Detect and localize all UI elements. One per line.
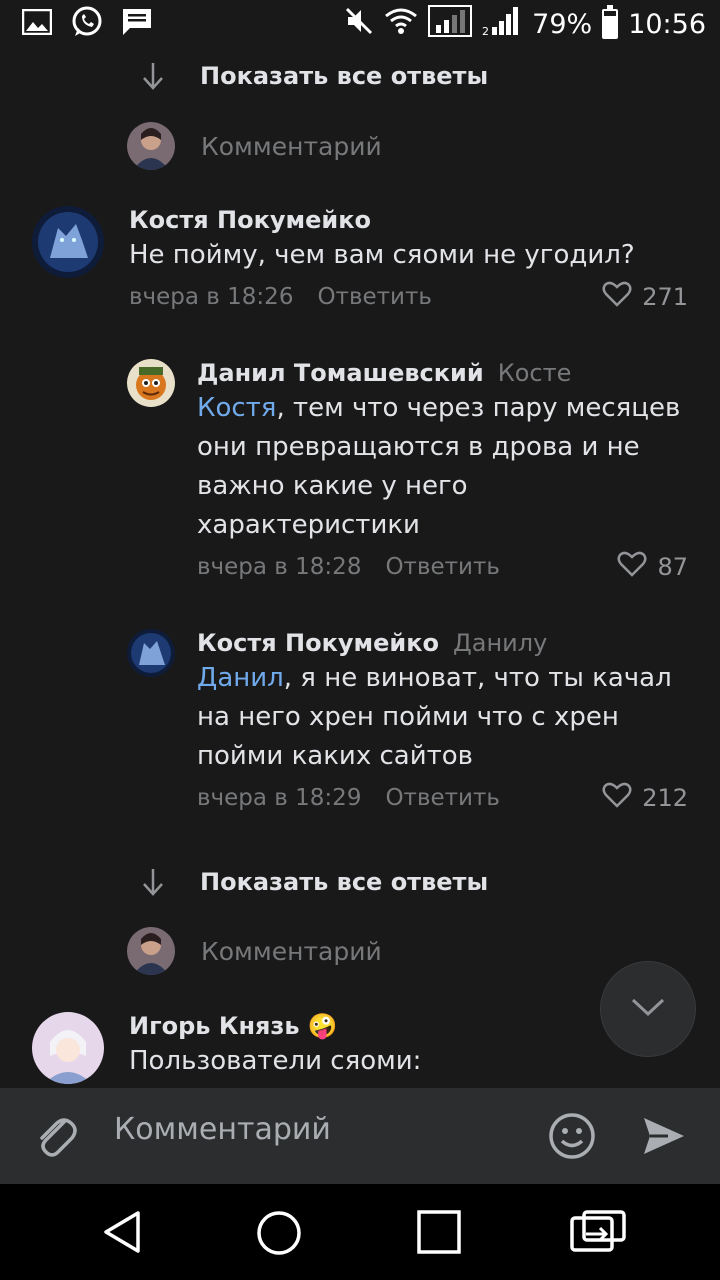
avatar-kostya[interactable] (32, 206, 104, 278)
avatar-kostya[interactable] (127, 629, 175, 677)
comments-feed[interactable]: Показать все ответы Комментарий Костя По… (0, 48, 720, 1088)
like-button[interactable]: 271 (602, 281, 688, 313)
mute-icon (344, 6, 374, 43)
reply-meta: вчера в 18:29 Ответить 212 (197, 782, 688, 814)
author-emoji: 🤪 (307, 1012, 338, 1040)
reply-text: Костя, тем что через пару месяцев они пр… (197, 389, 688, 545)
avatar-igor[interactable] (32, 1012, 104, 1084)
reply-meta: вчера в 18:28 Ответить 87 (197, 551, 688, 583)
reply-placeholder: Комментарий (201, 936, 382, 966)
comment-text: Не пойму, чем вам сяоми не угодил? (129, 240, 635, 270)
send-icon[interactable] (640, 1112, 688, 1164)
attach-icon[interactable] (34, 1112, 78, 1164)
recents-icon[interactable] (417, 1210, 461, 1258)
reply-text: Данил, я не виноват, что ты качал на нег… (197, 659, 688, 776)
mention-link[interactable]: Костя (197, 393, 276, 423)
comment-input[interactable]: Комментарий (114, 1112, 331, 1147)
wifi-icon (384, 7, 418, 42)
battery-percent: 79% (532, 8, 593, 40)
reply-placeholder: Комментарий (201, 131, 382, 161)
reply-time: вчера в 18:29 (197, 785, 362, 811)
avatar-current-user (127, 122, 175, 170)
reply-button[interactable]: Ответить (385, 554, 500, 580)
show-all-replies-top[interactable]: Показать все ответы (138, 56, 488, 96)
signal-sim1-icon (428, 4, 473, 44)
like-count: 87 (657, 553, 688, 581)
like-button[interactable]: 87 (617, 551, 688, 583)
comment-text: Пользователи сяоми: (129, 1046, 422, 1076)
clock: 10:56 (628, 8, 706, 40)
dual-window-icon[interactable] (570, 1210, 626, 1258)
svg-text:2: 2 (482, 25, 489, 37)
status-bar: 2 79% 10:56 (0, 0, 720, 48)
back-icon[interactable] (100, 1210, 144, 1258)
emoji-icon[interactable] (548, 1112, 596, 1164)
reply-input-top[interactable]: Комментарий (127, 122, 382, 170)
scroll-down-button[interactable] (600, 961, 696, 1057)
system-navigation-bar (0, 1184, 720, 1280)
arrow-down-icon (138, 865, 168, 899)
reply-to-label[interactable]: Косте (498, 359, 572, 387)
message-icon (122, 8, 152, 40)
battery-icon (602, 5, 619, 39)
comment-meta: вчера в 18:26 Ответить 271 (129, 281, 688, 313)
comment-composer: Комментарий (0, 1088, 720, 1184)
comment-author[interactable]: Игорь Князь (129, 1012, 300, 1040)
heart-icon (602, 281, 632, 313)
avatar-danil[interactable] (127, 359, 175, 407)
reply-input-bottom[interactable]: Комментарий (127, 927, 382, 975)
comment-time: вчера в 18:26 (129, 284, 294, 310)
home-icon[interactable] (256, 1210, 302, 1260)
reply-button[interactable]: Ответить (317, 284, 432, 310)
comment-author[interactable]: Костя Покумейко (129, 206, 688, 234)
reply-author[interactable]: Костя Покумейко (197, 629, 439, 657)
like-button[interactable]: 212 (602, 782, 688, 814)
arrow-down-icon (138, 59, 168, 93)
avatar-current-user (127, 927, 175, 975)
heart-icon (617, 551, 647, 583)
reply-time: вчера в 18:28 (197, 554, 362, 580)
chevron-down-icon (630, 996, 666, 1022)
signal-sim2-icon: 2 (482, 5, 522, 44)
image-icon (21, 8, 53, 39)
reply-button[interactable]: Ответить (385, 785, 500, 811)
like-count: 271 (642, 283, 688, 311)
mention-link[interactable]: Данил (197, 663, 284, 693)
show-all-replies-bottom[interactable]: Показать все ответы (138, 862, 488, 902)
like-count: 212 (642, 784, 688, 812)
whatsapp-icon (70, 5, 104, 43)
reply-to-label[interactable]: Данилу (453, 629, 547, 657)
heart-icon (602, 782, 632, 814)
reply-author[interactable]: Данил Томашевский (197, 359, 484, 387)
show-all-replies-label: Показать все ответы (200, 868, 489, 896)
show-all-replies-label: Показать все ответы (200, 62, 489, 90)
